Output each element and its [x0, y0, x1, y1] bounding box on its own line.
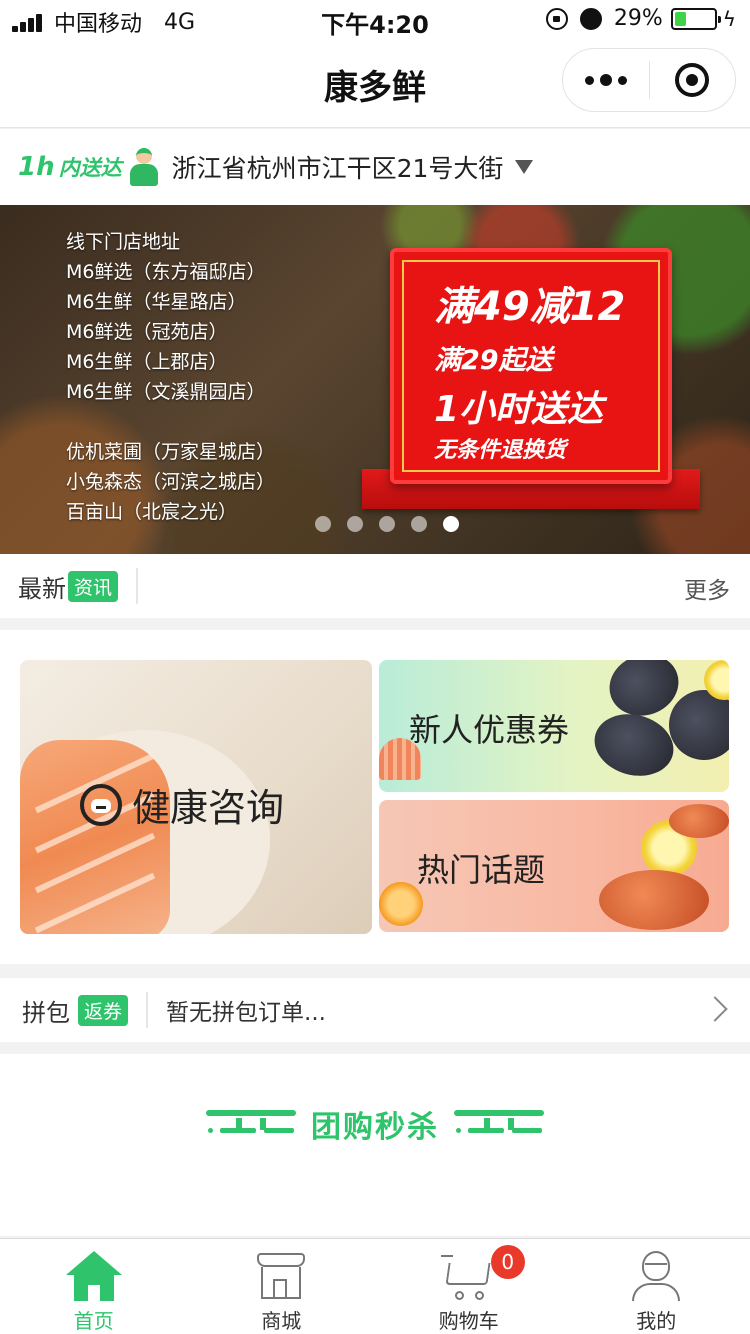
news-tag: 资讯: [68, 570, 119, 602]
promo-line: 无条件退换货: [434, 438, 567, 463]
store-item: 小兔森态（河滨之城店）: [66, 471, 276, 493]
delivery-text: 内送达: [58, 156, 122, 180]
salmon-image: [20, 740, 170, 934]
carousel-dots: [0, 516, 750, 532]
target-close-icon: [675, 63, 710, 97]
mini-program-capsule: [562, 48, 736, 112]
carousel-dot[interactable]: [379, 516, 395, 532]
carousel-dot[interactable]: [443, 516, 459, 532]
news-more-link[interactable]: 更多: [684, 571, 730, 605]
carousel-dot[interactable]: [347, 516, 363, 532]
bottom-tab-bar: 首页 商城 0 购物车 我的: [0, 1238, 750, 1334]
rotation-lock-icon: [545, 7, 568, 30]
home-icon: [65, 1251, 122, 1301]
promo-board: 满49减12 满29起送 1小时送达 无条件退换货: [390, 248, 672, 484]
dropdown-triangle-icon[interactable]: [515, 160, 534, 174]
address-bar[interactable]: 1h 内送达 浙江省杭州市江干区21号大街: [0, 129, 750, 205]
store-item: M6鲜选（冠苑店）: [66, 321, 228, 343]
more-dots-icon[interactable]: [563, 74, 649, 86]
cart-count-badge: 0: [490, 1245, 525, 1279]
charging-icon: ϟ: [722, 6, 736, 31]
tab-shop[interactable]: 商城: [188, 1239, 376, 1334]
close-button[interactable]: [650, 63, 736, 97]
store-list-heading: 线下门店地址: [66, 231, 181, 253]
courier-icon: [128, 148, 160, 186]
status-right: 29% ϟ: [545, 6, 736, 31]
tab-label: 我的: [636, 1309, 677, 1333]
battery-percent: 29%: [613, 6, 663, 31]
store-item: 优机菜圃（万家星城店）: [66, 441, 276, 463]
tab-home[interactable]: 首页: [0, 1239, 188, 1334]
tab-profile[interactable]: 我的: [563, 1239, 750, 1334]
shop-icon: [253, 1251, 309, 1299]
carousel-dot[interactable]: [315, 516, 331, 532]
group-buy-tag: 返券: [78, 994, 129, 1026]
coupon-label: 新人优惠券: [409, 711, 570, 749]
carousel-dot[interactable]: [411, 516, 427, 532]
flash-sale-section: 团购秒杀: [0, 1054, 750, 1236]
crab-image: [599, 870, 709, 930]
group-buy-label: 拼包: [22, 998, 70, 1027]
delivery-address[interactable]: 浙江省杭州市江干区21号大街: [172, 149, 504, 185]
divider: [136, 568, 139, 604]
nav-bar: 康多鲜: [0, 40, 750, 128]
status-bar: 中国移动 4G 下午4:20 29% ϟ: [0, 0, 750, 40]
alarm-icon: [579, 7, 602, 30]
health-caption: 健康咨询: [80, 777, 284, 832]
promo-line: 满49减12: [434, 284, 626, 330]
tab-label: 商城: [261, 1309, 302, 1333]
delivery-badge: 1h 内送达: [18, 152, 122, 182]
store-item: M6生鲜（华星路店）: [66, 291, 247, 313]
promo-line: 1小时送达: [434, 389, 604, 430]
topic-label: 热门话题: [417, 851, 546, 889]
promo-banner[interactable]: 线下门店地址 M6鲜选（东方福邸店） M6生鲜（华星路店） M6鲜选（冠苑店） …: [0, 205, 750, 554]
feature-tiles: 健康咨询 新人优惠券 热门话题: [0, 630, 750, 964]
store-item: M6鲜选（东方福邸店）: [66, 261, 266, 283]
promo-line: 满29起送: [434, 345, 553, 376]
health-label: 健康咨询: [132, 786, 285, 830]
delivery-speed: 1h: [18, 152, 55, 182]
news-bar[interactable]: 最新 资讯 更多: [0, 554, 750, 618]
customer-service-icon: [80, 783, 122, 826]
store-list: 线下门店地址 M6鲜选（东方福邸店） M6生鲜（华星路店） M6鲜选（冠苑店） …: [66, 227, 275, 527]
store-item: M6生鲜（上郡店）: [66, 351, 228, 373]
tab-cart[interactable]: 0 购物车: [375, 1239, 563, 1334]
profile-icon: [628, 1251, 684, 1301]
news-label: 最新: [18, 574, 66, 603]
new-user-coupon-tile[interactable]: 新人优惠券: [379, 660, 729, 792]
battery-icon: [670, 7, 721, 30]
tab-label: 购物车: [438, 1309, 499, 1333]
group-buy-bar[interactable]: 拼包 返券 暂无拼包订单...: [0, 978, 750, 1042]
group-buy-message: 暂无拼包订单...: [166, 1000, 326, 1026]
divider: [146, 992, 149, 1028]
hot-topics-tile[interactable]: 热门话题: [379, 800, 729, 932]
health-consult-tile[interactable]: 健康咨询: [20, 660, 372, 934]
cart-icon: 0: [440, 1245, 525, 1300]
tab-label: 首页: [73, 1309, 114, 1333]
flash-sale-title: 团购秒杀: [311, 1110, 439, 1145]
chevron-right-icon[interactable]: [702, 996, 728, 1022]
store-item: M6生鲜（文溪鼎园店）: [66, 381, 266, 403]
decoration-right-icon: [454, 1110, 544, 1134]
